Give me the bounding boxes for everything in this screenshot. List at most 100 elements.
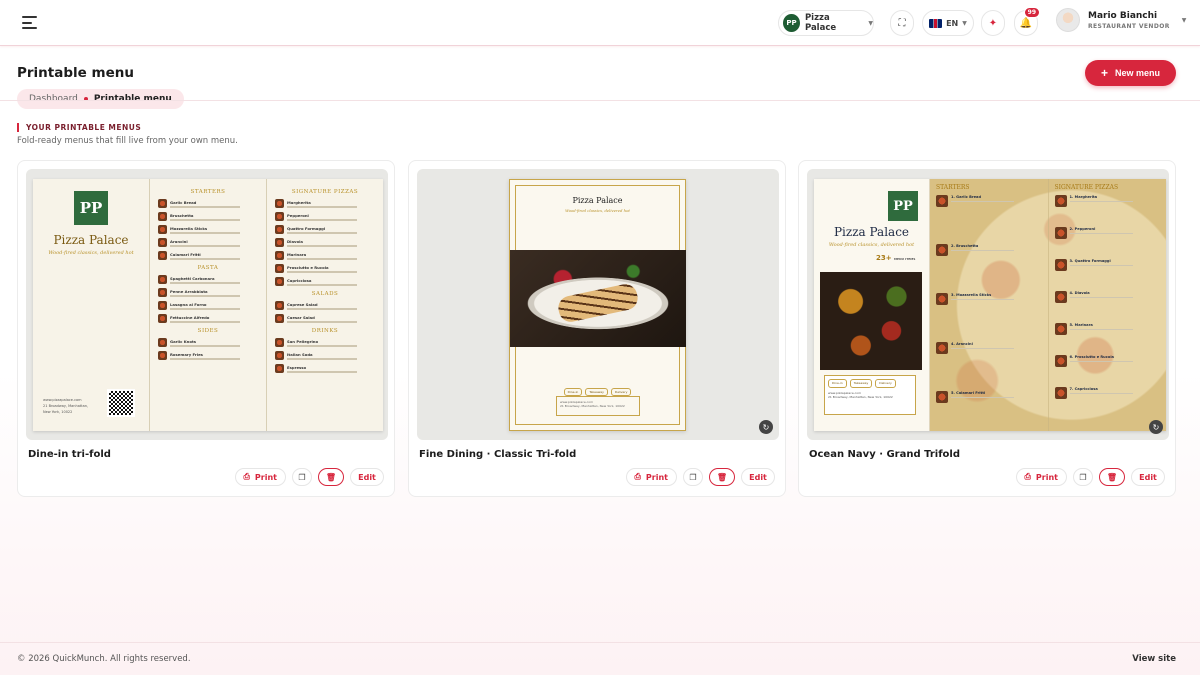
list-item: 1. Margherita — [1054, 195, 1161, 217]
dish-name: 5. Calamari Fritti — [951, 391, 986, 395]
header-divider — [0, 100, 1200, 101]
menu-card: PP Pizza Palace Wood-fired classics, del… — [17, 160, 395, 497]
dish-name: Lasagna al Forno — [170, 301, 207, 307]
drinks-list: San Pellegrino Italian Soda Espresso — [275, 337, 375, 374]
list-item: 6. Prosciutto e Rucola — [1054, 355, 1161, 377]
language-label: EN — [946, 18, 959, 28]
print-button[interactable]: ⎙ Print — [1015, 468, 1067, 486]
chevron-down-icon: ▼ — [1181, 16, 1187, 24]
menu-count-number: 23+ — [876, 254, 892, 262]
list-item: 4. Diavola — [1054, 291, 1161, 313]
refresh-icon[interactable]: ↻ — [1149, 420, 1163, 434]
contact-box: Dine-in Takeaway Delivery www.pizzapalace.… — [824, 375, 916, 415]
section-heading: SIGNATURE PIZZAS — [1054, 184, 1119, 191]
restaurant-switcher[interactable]: PP Pizza Palace ▼ — [778, 10, 874, 36]
starters-list: 1. Garlic Bread 2. Bruschetta 3. Mozzarell… — [936, 195, 1042, 421]
dish-thumbnail — [936, 293, 948, 305]
dish-name: Caprese Salad — [287, 301, 318, 307]
printer-icon: ⎙ — [634, 472, 641, 481]
list-item: 5. Marinara — [1054, 323, 1161, 345]
dish-thumbnail — [158, 225, 167, 234]
list-item: Garlic Knots — [158, 337, 258, 348]
ocean-menu-panels: STARTERS 1. Garlic Bread 2. Bruschetta 3. … — [930, 179, 1166, 431]
delete-button[interactable]: 🗑 — [709, 468, 735, 486]
user-name: Mario Bianchi — [1088, 10, 1158, 21]
duplicate-button[interactable]: ❐ — [683, 468, 703, 486]
menu-preview[interactable]: PP Pizza Palace Wood-fired classics, del… — [26, 169, 388, 440]
notifications-button[interactable]: 🔔 99 — [1014, 7, 1040, 36]
list-item: Quattro Formaggi — [275, 224, 375, 235]
menu-card: PP Pizza Palace Wood-fired classics, del… — [798, 160, 1176, 497]
uk-flag-icon — [929, 18, 943, 28]
dish-thumbnail — [275, 212, 284, 221]
dish-thumbnail — [1054, 323, 1067, 335]
list-item: Prosciutto e Rucola — [275, 263, 375, 274]
duplicate-button[interactable]: ❐ — [292, 468, 312, 486]
print-button[interactable]: ⎙ Print — [234, 468, 286, 486]
section-heading: PASTA — [197, 265, 219, 271]
chevron-down-icon: ▼ — [868, 19, 873, 27]
duplicate-button[interactable]: ❐ — [1073, 468, 1093, 486]
dish-thumbnail — [1054, 291, 1067, 303]
dish-thumbnail — [158, 251, 167, 260]
service-chips: Dine-in Takeaway Delivery — [828, 379, 912, 388]
dish-name: 1. Margherita — [1069, 195, 1098, 199]
dish-thumbnail — [936, 342, 948, 354]
fullscreen-button[interactable]: ⛶ — [890, 10, 914, 36]
refresh-icon[interactable]: ↻ — [759, 420, 773, 434]
dish-name: 6. Prosciutto e Rucola — [1069, 355, 1114, 359]
ocean-starters-column: STARTERS 1. Garlic Bread 2. Bruschetta 3. … — [930, 179, 1049, 431]
list-item: Fettuccine Alfredo — [158, 313, 258, 324]
user-menu[interactable]: Mario Bianchi RESTAURANT VENDOR ▼ — [1056, 8, 1186, 32]
dish-description-line — [170, 321, 241, 323]
dish-name: 2. Bruschetta — [951, 244, 979, 248]
menu-toggle-icon[interactable] — [22, 16, 37, 29]
copy-icon: ❐ — [689, 472, 697, 482]
salads-list: Caprese Salad Caesar Salad — [275, 300, 375, 324]
contact-address: 21 Broadway, Manhattan, New York, 10022 — [828, 395, 893, 399]
dish-thumbnail — [158, 212, 167, 221]
section-heading: STARTERS — [190, 189, 226, 195]
list-item: 3. Mozzarella Sticks — [936, 293, 1042, 323]
delete-button[interactable]: 🗑 — [1099, 468, 1125, 486]
dish-description-line — [1069, 360, 1133, 362]
footer-copyright: © 2026 QuickMunch. All rights reserved. — [17, 654, 191, 664]
dish-name: Bruschetta — [170, 212, 194, 218]
list-item: 4. Arancini — [936, 342, 1042, 372]
breadcrumb-dashboard-link[interactable]: Dashboard — [29, 94, 78, 104]
dish-name: Margherita — [287, 199, 311, 205]
dish-description-line — [951, 200, 1015, 202]
view-site-link[interactable]: View site — [1132, 654, 1176, 664]
edit-button[interactable]: Edit — [741, 468, 775, 486]
edit-button[interactable]: Edit — [1131, 468, 1165, 486]
dish-name: 1. Garlic Bread — [951, 195, 982, 199]
list-item: 3. Quattro Formaggi — [1054, 259, 1161, 281]
ai-sparkle-button[interactable]: ✦ — [981, 10, 1005, 36]
dish-name: Mozzarella Sticks — [170, 225, 208, 231]
dish-description-line — [287, 308, 358, 310]
dish-name: Spaghetti Carbonara — [170, 275, 215, 281]
section-heading: SIGNATURE PIZZAS — [291, 189, 359, 195]
list-item: Rosemary Fries — [158, 350, 258, 361]
pasta-list: Spaghetti Carbonara Penne Arrabbiata Lasag… — [158, 274, 258, 324]
print-button[interactable]: ⎙ Print — [625, 468, 677, 486]
dish-name: Garlic Knots — [170, 338, 197, 344]
dish-thumbnail — [1054, 259, 1067, 271]
dish-thumbnail — [275, 338, 284, 347]
dish-thumbnail — [936, 244, 948, 256]
dish-description-line — [287, 321, 358, 323]
menu-preview[interactable]: PP Pizza Palace Wood-fired classics, del… — [807, 169, 1169, 440]
brand-tagline: Wood-fired classics, delivered hot — [565, 208, 630, 213]
list-item: Italian Soda — [275, 350, 375, 361]
new-menu-button[interactable]: + New menu — [1085, 60, 1176, 86]
language-switcher[interactable]: EN ▼ — [922, 10, 974, 36]
dish-description-line — [951, 298, 1015, 300]
delete-button[interactable]: 🗑 — [318, 468, 344, 486]
card-title: Dine-in tri-fold — [28, 449, 111, 460]
menu-preview[interactable]: Pizza Palace Wood-fired classics, delive… — [417, 169, 779, 440]
dish-thumbnail — [275, 364, 284, 373]
pizzas-list: Margherita Pepperoni Quattro Formaggi Diavo… — [275, 198, 375, 287]
dish-description-line — [1069, 232, 1133, 234]
list-item: Pepperoni — [275, 211, 375, 222]
edit-button[interactable]: Edit — [350, 468, 384, 486]
